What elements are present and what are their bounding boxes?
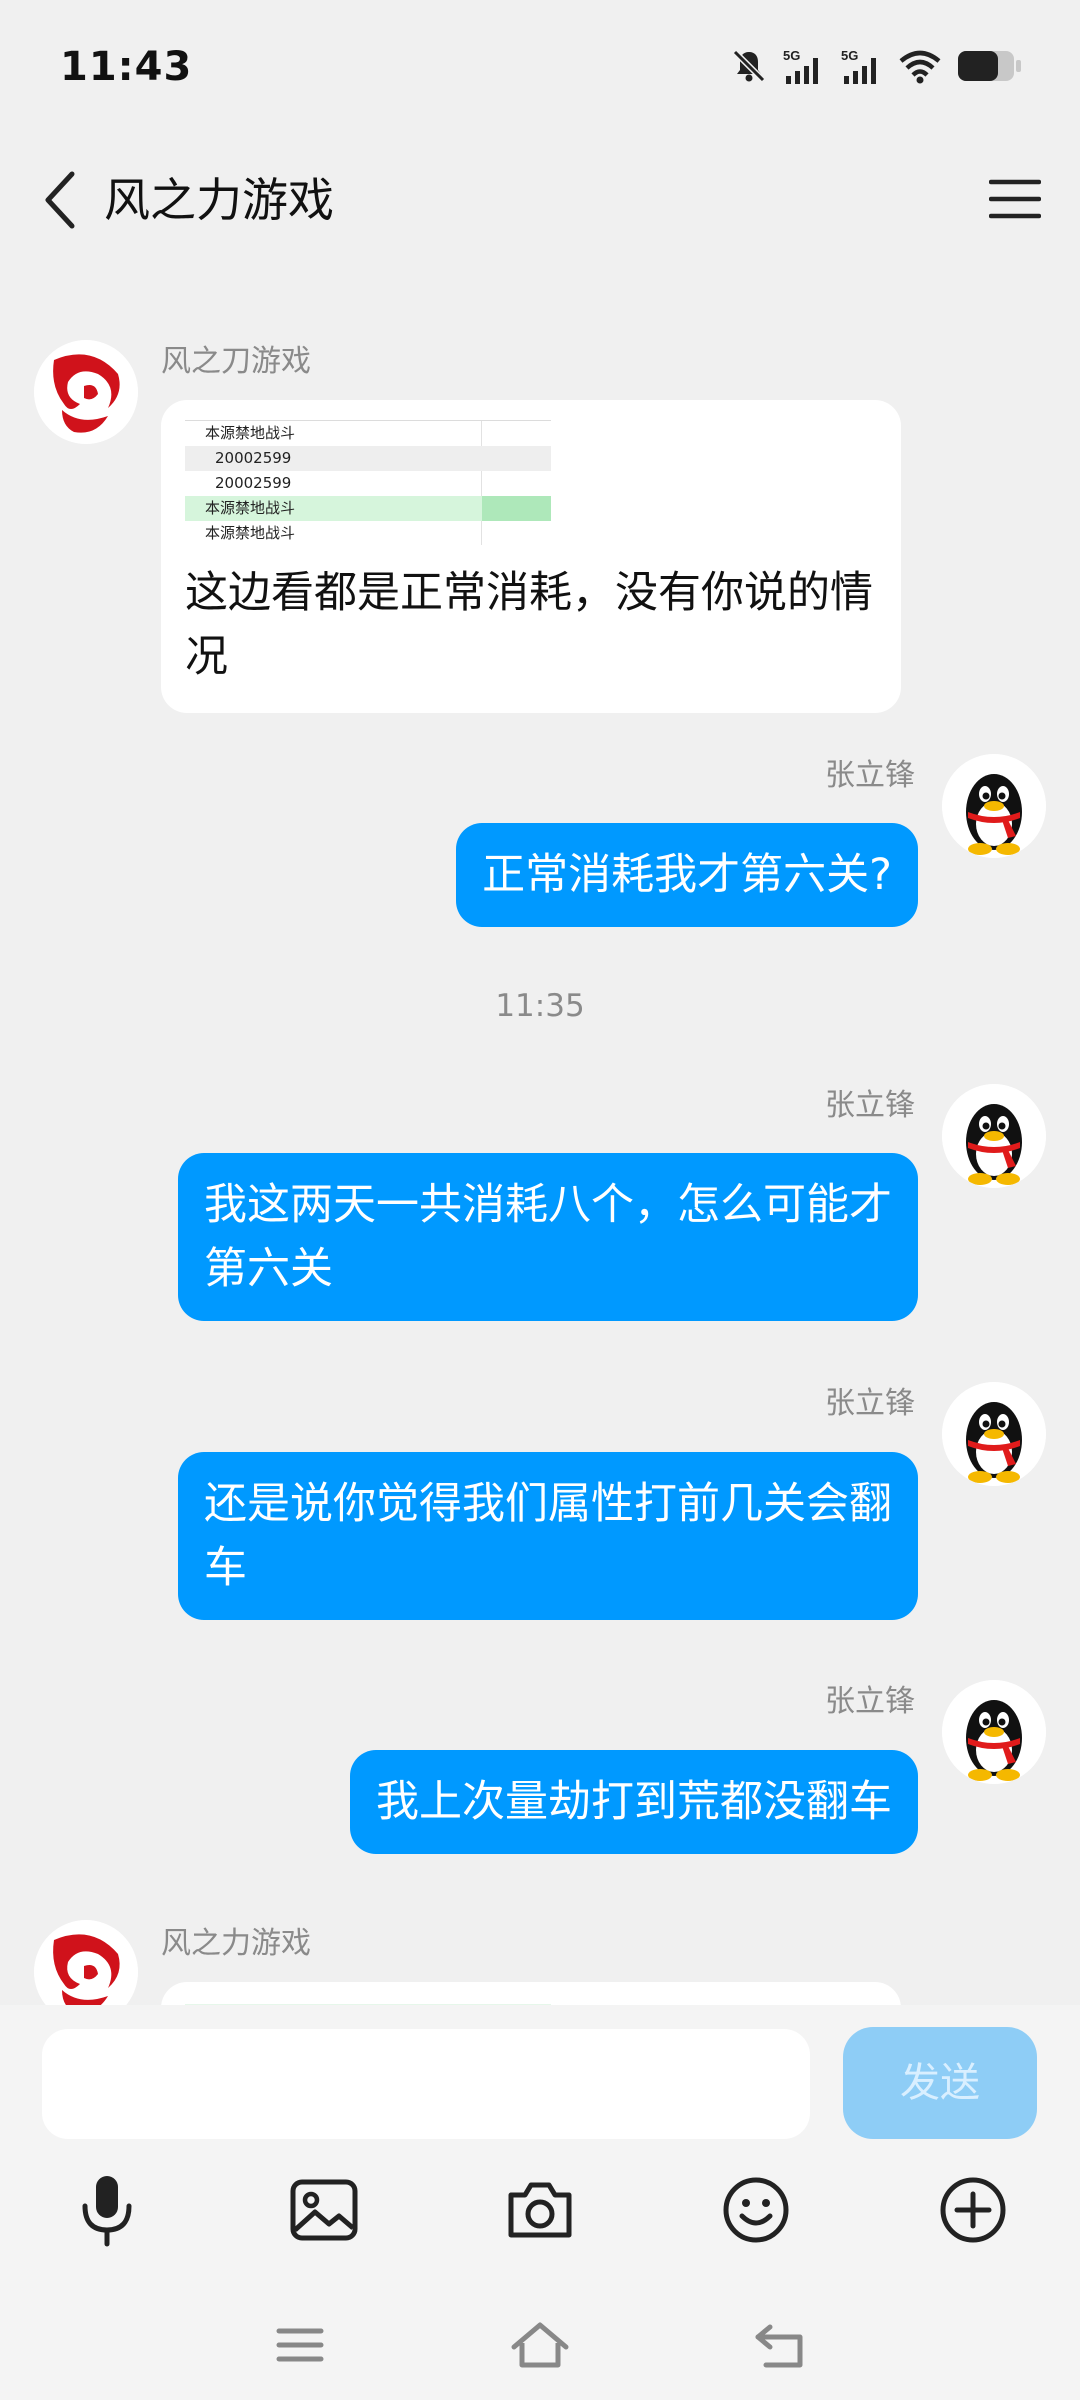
sender-name: 风之力游戏 — [161, 1926, 311, 1961]
status-icons: 5G 5G — [730, 46, 1022, 86]
input-area: 发送 — [0, 2005, 1080, 2400]
menu-icon — [276, 2328, 324, 2362]
message-bubble-incoming[interactable]: 本源禁地战斗 20002599 20002599 本源禁地战斗 本源禁地战斗 这… — [161, 400, 901, 713]
home-icon — [511, 2322, 569, 2368]
sender-name: 风之刀游戏 — [161, 344, 311, 379]
message-input[interactable] — [42, 2029, 810, 2139]
camera-icon — [508, 2182, 572, 2238]
status-time: 11:43 — [60, 44, 193, 90]
message-bubble-outgoing[interactable]: 正常消耗我才第六关? — [456, 823, 918, 927]
phoenix-logo-icon — [34, 1920, 138, 2005]
my-avatar[interactable] — [942, 1382, 1046, 1486]
message-bubble-incoming[interactable] — [161, 1982, 901, 2005]
voice-button[interactable] — [62, 2165, 152, 2255]
message-bubble-outgoing[interactable]: 还是说你觉得我们属性打前几关会翻车 — [178, 1452, 918, 1620]
status-bar: 11:43 5G 5G — [0, 0, 1080, 140]
svg-text:5G: 5G — [783, 48, 800, 63]
table-row: 本源禁地战斗 — [205, 524, 296, 542]
menu-button[interactable] — [980, 154, 1050, 244]
image-icon — [290, 2179, 358, 2241]
nav-back-button[interactable] — [735, 2305, 825, 2385]
emoji-icon — [723, 2177, 789, 2243]
table-row: 20002599 — [215, 474, 292, 492]
signal-5g-icon: 5G — [783, 48, 818, 84]
sender-name: 张立锋 — [825, 1088, 915, 1123]
my-avatar[interactable] — [942, 754, 1046, 858]
chat-header: 风之力游戏 — [0, 140, 1080, 260]
plus-button[interactable] — [928, 2165, 1018, 2255]
penguin-avatar-icon — [942, 1680, 1046, 1784]
signal-5g-icon-2: 5G — [841, 48, 876, 84]
sender-avatar[interactable] — [34, 1920, 138, 2005]
screenshot-thumbnail[interactable]: 本源禁地战斗 20002599 20002599 本源禁地战斗 本源禁地战斗 — [185, 420, 551, 545]
penguin-avatar-icon — [942, 1382, 1046, 1486]
send-button[interactable]: 发送 — [843, 2027, 1037, 2139]
table-row: 本源禁地战斗 — [205, 424, 296, 442]
camera-button[interactable] — [495, 2165, 585, 2255]
sender-name: 张立锋 — [825, 1684, 915, 1719]
nav-home-button[interactable] — [495, 2305, 585, 2385]
sender-avatar[interactable] — [34, 340, 138, 444]
nav-menu-button[interactable] — [255, 2305, 345, 2385]
table-row: 20002599 — [185, 446, 551, 471]
emoji-button[interactable] — [711, 2165, 801, 2255]
phoenix-logo-icon — [34, 340, 138, 444]
svg-text:5G: 5G — [841, 48, 858, 63]
wifi-icon — [899, 50, 941, 84]
microphone-icon — [82, 2176, 132, 2247]
message-bubble-outgoing[interactable]: 我上次量劫打到荒都没翻车 — [350, 1750, 918, 1854]
my-avatar[interactable] — [942, 1084, 1046, 1188]
mute-bell-icon — [732, 49, 766, 83]
chat-messages[interactable]: 风之刀游戏 本源禁地战斗 20002599 20002599 本源禁地战斗 本源… — [0, 260, 1080, 2005]
sender-name: 张立锋 — [825, 758, 915, 793]
message-bubble-outgoing[interactable]: 我这两天一共消耗八个，怎么可能才第六关 — [178, 1153, 918, 1321]
chat-title: 风之力游戏 — [104, 173, 334, 227]
image-button[interactable] — [279, 2165, 369, 2255]
chevron-left-icon — [45, 171, 75, 229]
penguin-avatar-icon — [942, 1084, 1046, 1188]
my-avatar[interactable] — [942, 1680, 1046, 1784]
penguin-avatar-icon — [942, 754, 1046, 858]
message-text: 这边看都是正常消耗，没有你说的情况 — [185, 568, 873, 682]
plus-icon — [940, 2177, 1006, 2243]
table-row-highlighted: 本源禁地战斗 — [185, 496, 551, 521]
sender-name: 张立锋 — [825, 1386, 915, 1421]
message-timestamp: 11:35 — [495, 988, 585, 1024]
back-button[interactable] — [30, 150, 90, 250]
hamburger-menu-icon — [989, 179, 1041, 219]
back-icon — [755, 2324, 803, 2368]
battery-icon — [958, 51, 1021, 81]
